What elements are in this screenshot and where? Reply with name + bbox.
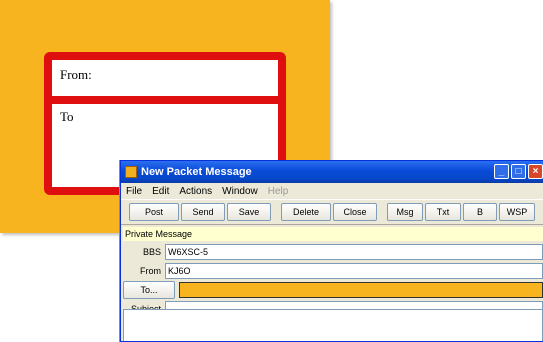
msg-button[interactable]: Msg: [387, 203, 423, 221]
new-packet-message-window: New Packet Message _ □ × File Edit Actio…: [120, 160, 543, 342]
from-label: From: [140, 266, 161, 276]
from-field[interactable]: KJ6O: [165, 263, 543, 279]
from-row: From KJ6O: [121, 263, 543, 279]
title-bar[interactable]: New Packet Message _ □ ×: [121, 161, 543, 183]
close-window-button[interactable]: ×: [528, 164, 543, 179]
minimize-button[interactable]: _: [494, 164, 509, 179]
save-button[interactable]: Save: [227, 203, 271, 221]
bbs-label: BBS: [142, 247, 161, 257]
to-field[interactable]: [179, 282, 543, 298]
wsp-button[interactable]: WSP: [499, 203, 535, 221]
label-to-text: To: [60, 109, 74, 124]
label-divider: [52, 96, 278, 104]
label-from-text: From:: [60, 67, 92, 82]
txt-button[interactable]: Txt: [425, 203, 461, 221]
bbs-field[interactable]: W6XSC-5: [165, 244, 543, 260]
menu-file[interactable]: File: [126, 186, 142, 197]
window-controls: _ □ ×: [494, 164, 543, 179]
app-icon: [125, 166, 137, 178]
message-body-textarea[interactable]: [123, 309, 543, 341]
post-button[interactable]: Post: [129, 203, 179, 221]
send-button[interactable]: Send: [181, 203, 225, 221]
menu-actions[interactable]: Actions: [179, 186, 212, 197]
menu-window[interactable]: Window: [222, 186, 258, 197]
to-button[interactable]: To...: [123, 281, 175, 299]
to-row: To...: [121, 281, 543, 299]
bbs-row: BBS W6XSC-5: [121, 244, 543, 260]
window-title: New Packet Message: [141, 166, 252, 178]
menu-help[interactable]: Help: [268, 186, 289, 197]
close-button[interactable]: Close: [333, 203, 377, 221]
menu-edit[interactable]: Edit: [152, 186, 169, 197]
toolbar: Post Send Save Delete Close Msg Txt B WS…: [121, 199, 543, 225]
maximize-button[interactable]: □: [511, 164, 526, 179]
b-button[interactable]: B: [463, 203, 497, 221]
delete-button[interactable]: Delete: [281, 203, 331, 221]
menu-bar: File Edit Actions Window Help: [121, 183, 543, 199]
message-type-bar: Private Message: [123, 227, 543, 241]
